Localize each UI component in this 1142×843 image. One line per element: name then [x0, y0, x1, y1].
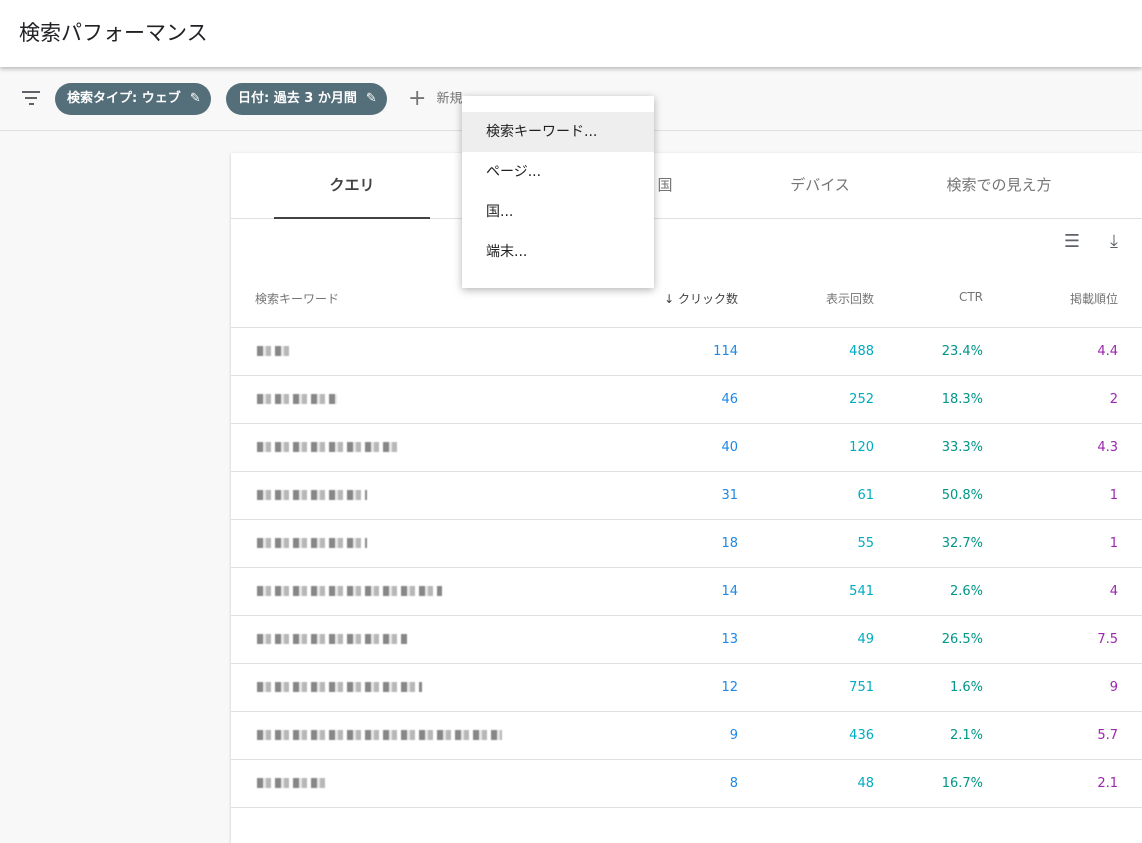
- col-impressions[interactable]: 表示回数: [826, 290, 874, 307]
- table-row[interactable]: 12 751 1.6% 9: [231, 664, 1142, 712]
- position-value: 5.7: [1097, 728, 1118, 743]
- chip-label: 日付: 過去 3 か月間: [238, 91, 357, 106]
- tab-queries[interactable]: クエリ: [274, 153, 430, 219]
- new-filter-menu: 検索キーワード... ページ... 国... 端末...: [462, 96, 654, 288]
- redacted-query: [257, 490, 367, 500]
- download-icon[interactable]: ⤓: [1110, 231, 1118, 252]
- position-value: 2.1: [1097, 776, 1118, 791]
- col-ctr[interactable]: CTR: [959, 290, 983, 304]
- date-chip[interactable]: 日付: 過去 3 か月間 ✎: [226, 83, 387, 115]
- plus-icon: +: [408, 86, 427, 111]
- ctr-value: 23.4%: [941, 344, 983, 359]
- tab-devices[interactable]: デバイス: [742, 153, 898, 219]
- ctr-value: 16.7%: [941, 776, 983, 791]
- ctr-value: 2.1%: [949, 728, 983, 743]
- redacted-query: [257, 730, 502, 740]
- table-row[interactable]: 8 48 16.7% 2.1: [231, 760, 1142, 808]
- table-row[interactable]: 46 252 18.3% 2: [231, 376, 1142, 424]
- clicks-value: 46: [721, 392, 738, 407]
- clicks-value: 114: [713, 344, 738, 359]
- edit-icon: ✎: [365, 91, 377, 106]
- table-row[interactable]: 114 488 23.4% 4.4: [231, 328, 1142, 376]
- impressions-value: 541: [849, 584, 874, 599]
- impressions-value: 49: [857, 632, 874, 647]
- chip-label: 検索タイプ: ウェブ: [67, 91, 181, 106]
- ctr-value: 33.3%: [941, 440, 983, 455]
- impressions-value: 436: [849, 728, 874, 743]
- table-row[interactable]: 13 49 26.5% 7.5: [231, 616, 1142, 664]
- clicks-value: 9: [729, 728, 738, 743]
- position-value: 2: [1109, 392, 1118, 407]
- table-row[interactable]: 31 61 50.8% 1: [231, 472, 1142, 520]
- col-clicks-label: クリック数: [677, 292, 738, 306]
- table-row[interactable]: 9 436 2.1% 5.7: [231, 712, 1142, 760]
- position-value: 7.5: [1097, 632, 1118, 647]
- clicks-value: 18: [721, 536, 738, 551]
- impressions-value: 55: [857, 536, 874, 551]
- ctr-value: 32.7%: [941, 536, 983, 551]
- results-card: クエリ ページ 国 デバイス 検索での見え方 ☰ ⤓ 検索キーワード ↓ クリッ…: [231, 153, 1142, 843]
- ctr-value: 1.6%: [949, 680, 983, 695]
- table-filter-icon[interactable]: ☰: [1064, 231, 1080, 252]
- position-value: 1: [1109, 536, 1118, 551]
- col-clicks[interactable]: ↓ クリック数: [664, 290, 738, 307]
- page-title: 検索パフォーマンス: [19, 21, 208, 45]
- position-value: 9: [1109, 680, 1118, 695]
- redacted-query: [257, 538, 367, 548]
- menu-item-query[interactable]: 検索キーワード...: [462, 112, 654, 152]
- table-row[interactable]: 18 55 32.7% 1: [231, 520, 1142, 568]
- impressions-value: 48: [857, 776, 874, 791]
- tab-search-appearance[interactable]: 検索での見え方: [903, 153, 1095, 219]
- col-query[interactable]: 検索キーワード: [255, 290, 339, 307]
- ctr-value: 26.5%: [941, 632, 983, 647]
- clicks-value: 31: [721, 488, 738, 503]
- impressions-value: 751: [849, 680, 874, 695]
- menu-item-device[interactable]: 端末...: [462, 232, 654, 272]
- clicks-value: 12: [721, 680, 738, 695]
- position-value: 1: [1109, 488, 1118, 503]
- redacted-query: [257, 442, 397, 452]
- ctr-value: 50.8%: [941, 488, 983, 503]
- impressions-value: 488: [849, 344, 874, 359]
- impressions-value: 252: [849, 392, 874, 407]
- new-filter-button[interactable]: + 新規: [408, 83, 462, 116]
- impressions-value: 120: [849, 440, 874, 455]
- clicks-value: 8: [729, 776, 738, 791]
- table-header: 検索キーワード ↓ クリック数 表示回数 CTR 掲載順位: [231, 273, 1142, 328]
- clicks-value: 40: [721, 440, 738, 455]
- redacted-query: [257, 586, 442, 596]
- filter-icon[interactable]: [22, 91, 40, 109]
- ctr-value: 2.6%: [949, 584, 983, 599]
- tab-bar: クエリ ページ 国 デバイス 検索での見え方: [231, 153, 1142, 219]
- redacted-query: [257, 346, 293, 356]
- table-row[interactable]: 40 120 33.3% 4.3: [231, 424, 1142, 472]
- edit-icon: ✎: [189, 91, 201, 106]
- position-value: 4.3: [1097, 440, 1118, 455]
- redacted-query: [257, 394, 337, 404]
- redacted-query: [257, 778, 327, 788]
- ctr-value: 18.3%: [941, 392, 983, 407]
- impressions-value: 61: [857, 488, 874, 503]
- redacted-query: [257, 634, 407, 644]
- app-header: 検索パフォーマンス: [0, 0, 1142, 67]
- redacted-query: [257, 682, 422, 692]
- clicks-value: 13: [721, 632, 738, 647]
- table-row[interactable]: 14 541 2.6% 4: [231, 568, 1142, 616]
- new-label: 新規: [436, 91, 463, 107]
- search-type-chip[interactable]: 検索タイプ: ウェブ ✎: [55, 83, 211, 115]
- menu-item-page[interactable]: ページ...: [462, 152, 654, 192]
- position-value: 4.4: [1097, 344, 1118, 359]
- position-value: 4: [1109, 584, 1118, 599]
- table-body: 114 488 23.4% 4.4 46 252 18.3% 2 40 120 …: [231, 328, 1142, 808]
- clicks-value: 14: [721, 584, 738, 599]
- col-position[interactable]: 掲載順位: [1070, 290, 1118, 307]
- menu-item-country[interactable]: 国...: [462, 192, 654, 232]
